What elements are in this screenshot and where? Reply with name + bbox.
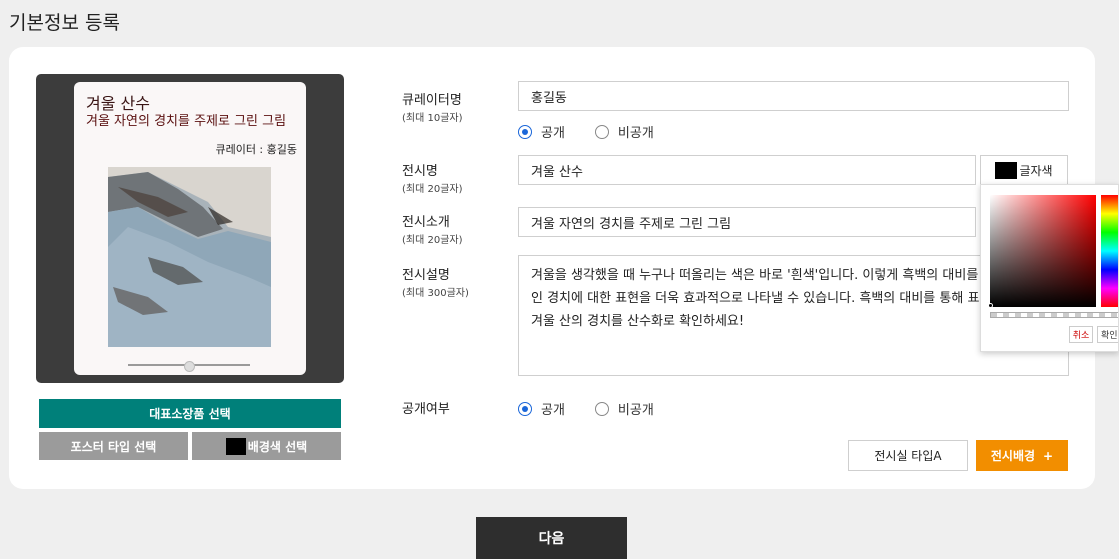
curator-private-label: 비공개: [617, 126, 654, 141]
description-line: 겨울을 생각했을 때 누구나 떠올리는 색은 바로 '흰색'입니다. 이렇게 흑…: [531, 268, 979, 283]
visibility-radios: 공개 비공개: [518, 399, 684, 418]
color-picker-marker[interactable]: [988, 303, 993, 308]
intro-label: 전시소개: [402, 215, 450, 230]
add-background-label: 전시배경: [990, 449, 1036, 463]
visibility-public-radio[interactable]: [518, 401, 532, 416]
poster-artwork-image: [108, 167, 271, 347]
description-line: 겨울 산의 경치를 산수화로 확인하세요!: [531, 314, 745, 329]
visibility-private-label: 비공개: [617, 403, 654, 418]
curator-public-label: 공개: [541, 126, 565, 141]
intro-hint: (최대 20글자): [402, 235, 463, 246]
add-background-button[interactable]: 전시배경 +: [976, 440, 1068, 471]
picker-ok-button[interactable]: 확인: [1097, 326, 1118, 343]
exhibit-name-hint: (최대 20글자): [402, 184, 463, 195]
next-button[interactable]: 다음: [476, 517, 627, 559]
poster-curator: 큐레이터 : 홍길동: [215, 143, 297, 156]
select-representative-button[interactable]: 대표소장품 선택: [39, 399, 341, 428]
curator-public-radio[interactable]: [518, 124, 532, 139]
page-title: 기본정보 등록: [9, 12, 120, 34]
select-poster-type-button[interactable]: 포스터 타입 선택: [39, 432, 188, 460]
poster-preview: 겨울 산수 겨울 자연의 경치를 주제로 그린 그림 큐레이터 : 홍길동: [74, 82, 306, 375]
description-label: 전시설명: [402, 268, 450, 283]
text-color-label: 글자색: [1019, 163, 1053, 178]
visibility-private-radio[interactable]: [594, 401, 609, 416]
poster-subtitle: 겨울 자연의 경치를 주제로 그린 그림: [86, 114, 287, 129]
description-hint: (최대 300글자): [402, 288, 469, 299]
description-line: 인 경치에 대한 표현을 더욱 효과적으로 나타낼 수 있습니다. 흑백의 대비…: [531, 291, 992, 306]
visibility-label: 공개여부: [402, 402, 450, 417]
bg-color-swatch: [225, 437, 246, 455]
color-saturation-area[interactable]: [990, 195, 1096, 307]
text-color-swatch: [995, 161, 1018, 179]
exhibit-name-label: 전시명: [402, 164, 438, 179]
curator-visibility-radios: 공개 비공개: [518, 122, 684, 141]
picker-cancel-button[interactable]: 취소: [1069, 326, 1093, 343]
select-bg-color-button[interactable]: 배경색 선택: [192, 432, 341, 460]
intro-input[interactable]: 겨울 자연의 경치를 주제로 그린 그림: [518, 207, 976, 237]
plus-icon: +: [1043, 448, 1054, 463]
hue-slider[interactable]: [1101, 195, 1118, 307]
text-color-button[interactable]: 글자색: [980, 155, 1068, 185]
curator-hint: (최대 10글자): [402, 113, 463, 124]
curator-private-radio[interactable]: [594, 124, 609, 139]
curator-input[interactable]: 홍길동: [518, 81, 1069, 111]
room-type-button[interactable]: 전시실 타입A: [848, 440, 968, 471]
exhibit-name-input[interactable]: 겨울 산수: [518, 155, 976, 185]
color-picker-popover: 취소 확인: [980, 184, 1119, 352]
alpha-slider[interactable]: [990, 312, 1118, 318]
curator-label: 큐레이터명: [402, 93, 462, 108]
visibility-public-label: 공개: [541, 403, 565, 418]
poster-slider-handle[interactable]: [184, 361, 195, 372]
select-bg-color-label: 배경색 선택: [247, 439, 308, 454]
